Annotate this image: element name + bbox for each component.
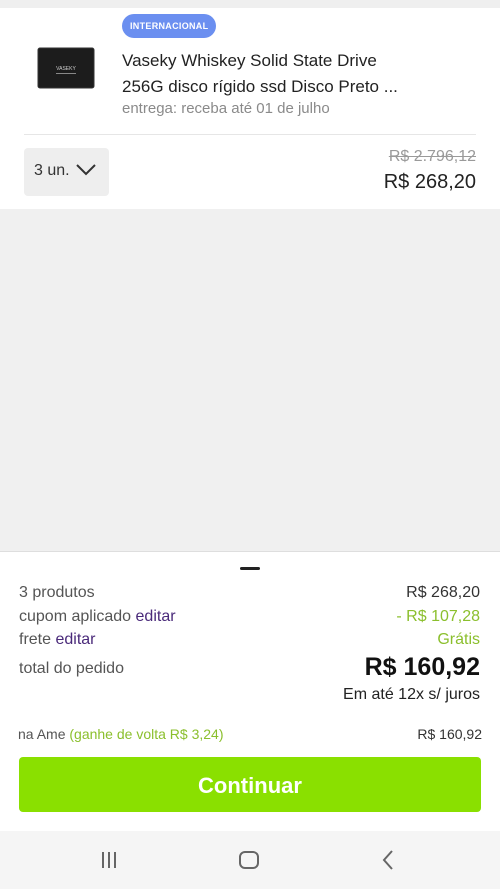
ame-cashback: (ganhe de volta R$ 3,24) — [69, 726, 224, 742]
shipping-edit-link[interactable]: editar — [55, 631, 95, 648]
order-total: R$ 160,92 — [364, 653, 480, 681]
continue-button[interactable]: Continuar — [19, 757, 481, 812]
original-price: R$ 2.796,12 — [388, 148, 476, 165]
ame-label: na Ame — [18, 726, 66, 742]
system-navigation-bar — [0, 831, 500, 889]
recent-apps-icon[interactable] — [97, 848, 121, 872]
item-price: R$ 268,20 — [383, 171, 476, 193]
thumbnail-brand: VASEKY — [56, 66, 76, 72]
product-title-line1: Vaseky Whiskey Solid State Drive — [122, 51, 377, 70]
installments-info: Em até 12x s/ juros — [343, 686, 480, 703]
ame-payment-row: na Ame (ganhe de volta R$ 3,24) — [18, 726, 223, 742]
total-label: total do pedido — [19, 660, 124, 677]
top-strip — [0, 0, 500, 8]
home-icon[interactable] — [237, 848, 261, 872]
back-icon[interactable] — [377, 848, 401, 872]
chevron-down-icon — [76, 164, 96, 176]
coupon-row: cupom aplicado editar — [19, 608, 176, 626]
coupon-discount: - R$ 107,28 — [396, 608, 480, 625]
shipping-label: frete — [19, 631, 52, 648]
coupon-label: cupom aplicado — [19, 608, 132, 625]
quantity-dropdown[interactable]: 3 un. — [24, 148, 109, 196]
ame-total: R$ 160,92 — [417, 726, 482, 742]
order-summary-panel: 3 produtos R$ 268,20 cupom aplicado edit… — [0, 551, 500, 832]
products-count-label: 3 produtos — [19, 584, 95, 601]
drag-handle[interactable] — [240, 567, 260, 570]
product-thumbnail[interactable]: VASEKY — [30, 44, 102, 92]
international-badge: INTERNACIONAL — [122, 14, 217, 38]
shipping-row: frete editar — [19, 631, 96, 649]
product-title-line2: 256G disco rígido ssd Disco Preto ... — [122, 77, 398, 96]
cart-item-card: INTERNACIONAL VASEKY Vaseky Whiskey Soli… — [0, 8, 500, 209]
divider — [24, 134, 476, 135]
coupon-edit-link[interactable]: editar — [136, 608, 176, 625]
quantity-value: 3 un. — [34, 162, 70, 179]
delivery-estimate: entrega: receba até 01 de julho — [122, 100, 330, 117]
products-subtotal: R$ 268,20 — [406, 584, 480, 601]
shipping-value: Grátis — [437, 631, 480, 648]
product-title[interactable]: Vaseky Whiskey Solid State Drive 256G di… — [122, 48, 462, 100]
